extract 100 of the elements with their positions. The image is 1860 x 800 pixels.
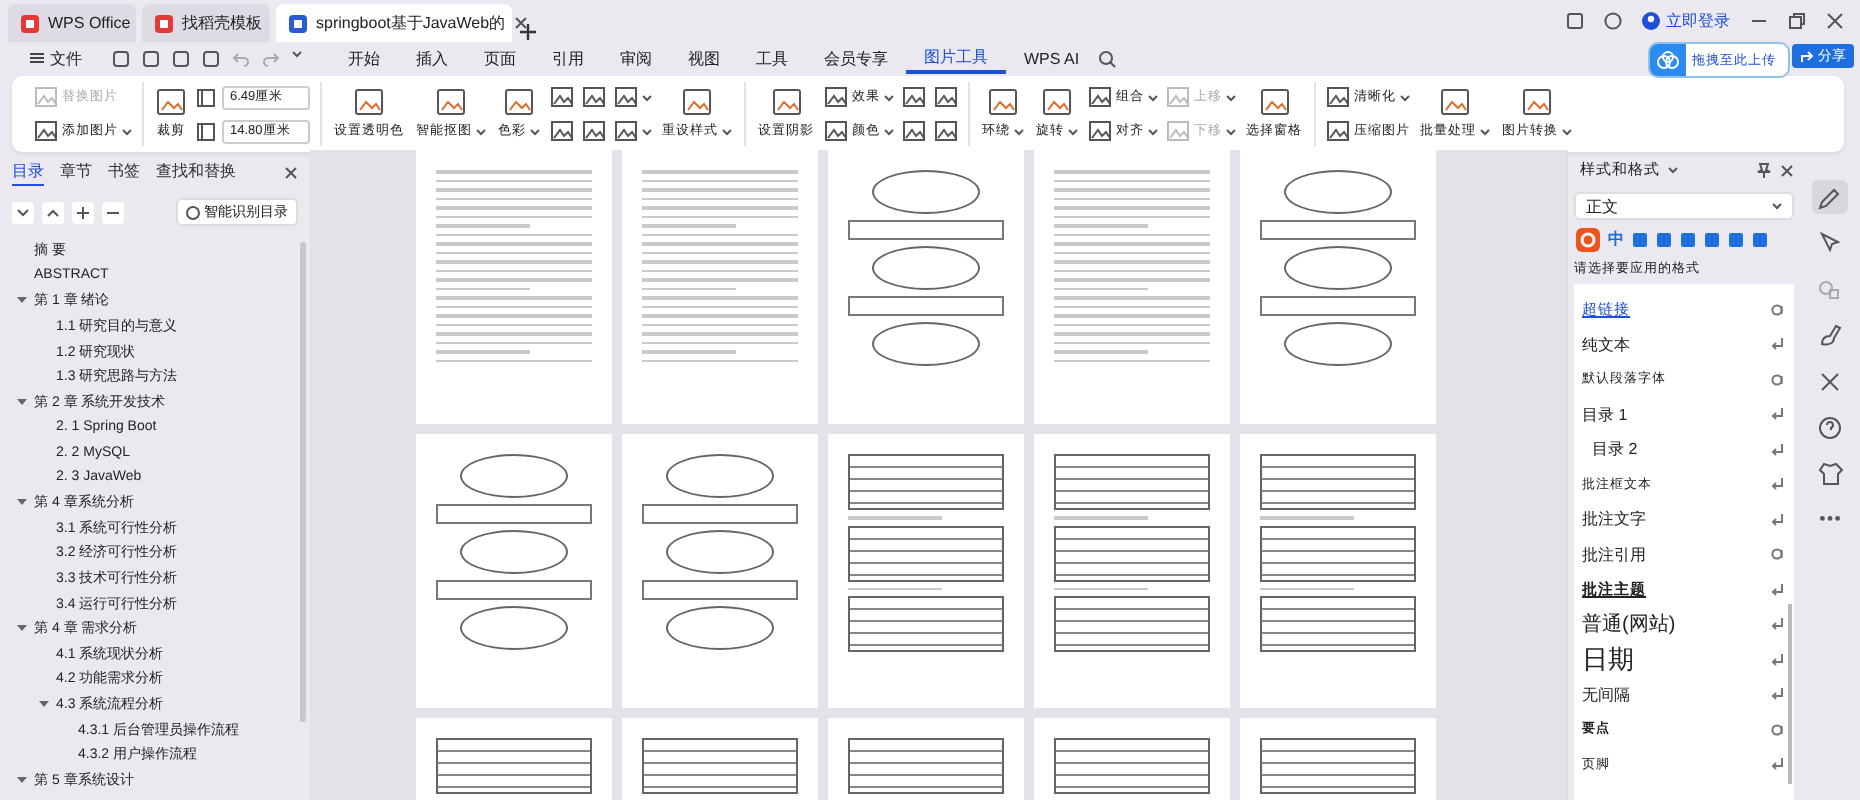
- dimension-icon: [196, 121, 216, 141]
- paragraph-style-icon: [1770, 581, 1784, 598]
- picture-icon: [34, 120, 58, 142]
- avatar-icon: [1642, 12, 1660, 30]
- window-icon[interactable]: [1566, 12, 1584, 30]
- paragraph-style-icon: [1770, 476, 1784, 493]
- cloud-icon: [1656, 50, 1680, 70]
- menu-tab[interactable]: 引用: [534, 43, 602, 73]
- picture-icon: [504, 88, 534, 116]
- menu-tab[interactable]: 工具: [738, 43, 806, 73]
- minus-icon[interactable]: [102, 201, 124, 223]
- page-thumbnail[interactable]: [1034, 150, 1230, 424]
- login-link[interactable]: 立即登录: [1666, 10, 1730, 32]
- caret-icon: [476, 127, 486, 135]
- caret-icon: [1148, 127, 1158, 135]
- wps-logo-icon: [20, 13, 40, 33]
- menu-tab[interactable]: 会员专享: [806, 43, 906, 73]
- toolbar-icon-button[interactable]: [550, 119, 574, 143]
- style-dropdown[interactable]: 正文: [1574, 192, 1794, 220]
- caret-icon: [1226, 93, 1236, 101]
- paragraph-style-icon: [1770, 651, 1784, 668]
- toolbar-icon-button[interactable]: [902, 85, 926, 109]
- collapse-all-icon[interactable]: [12, 201, 34, 223]
- style-item[interactable]: 批注文字: [1582, 502, 1784, 537]
- picture-icon: [614, 120, 638, 142]
- plus-icon[interactable]: [72, 201, 94, 223]
- close-icon[interactable]: [513, 16, 528, 30]
- menu-tab[interactable]: 页面: [466, 43, 534, 73]
- picture-icon: [582, 120, 606, 142]
- add-tab-icon[interactable]: [518, 22, 538, 42]
- style-item[interactable]: 目录 2: [1582, 432, 1784, 467]
- toolbar-icon-button[interactable]: [902, 119, 926, 143]
- toolbar-icon-button[interactable]: [614, 119, 652, 143]
- share-icon: [1800, 49, 1814, 63]
- ime-mode-label[interactable]: 中: [1608, 228, 1624, 250]
- picture-icon: [436, 88, 466, 116]
- toolbar-icon-button[interactable]: [934, 119, 958, 143]
- character-style-icon: [1770, 371, 1784, 388]
- picture-icon: [1088, 120, 1112, 142]
- pen-button[interactable]: [1812, 180, 1848, 214]
- document-tab[interactable]: 找稻壳模板: [142, 4, 270, 42]
- toolbar-icon-button[interactable]: [614, 85, 652, 109]
- style-item[interactable]: 无间隔: [1582, 677, 1784, 712]
- page-thumbnail[interactable]: [1240, 150, 1436, 424]
- picture-icon: [824, 86, 848, 108]
- menu-tab[interactable]: 视图: [670, 43, 738, 73]
- panel-tab[interactable]: 查找和替换: [156, 160, 236, 184]
- style-item[interactable]: 纯文本: [1582, 327, 1784, 362]
- ime-logo-icon[interactable]: [1576, 227, 1600, 251]
- menu-tab[interactable]: 插入: [398, 43, 466, 73]
- toolbar-icon-button[interactable]: [550, 85, 574, 109]
- paragraph-style-icon: [1770, 756, 1784, 773]
- page-thumbnail[interactable]: [828, 150, 1024, 424]
- paragraph-style-icon: [1770, 441, 1784, 458]
- file-menu[interactable]: 文件: [12, 43, 100, 73]
- page-thumbnail[interactable]: [828, 434, 1024, 708]
- restore-icon[interactable]: [1788, 12, 1806, 30]
- menu-tab[interactable]: 审阅: [602, 43, 670, 73]
- style-item[interactable]: 批注引用: [1582, 537, 1784, 572]
- toolbar-icon-button[interactable]: [582, 119, 606, 143]
- page-thumbnail[interactable]: [416, 434, 612, 708]
- template-icon: [154, 13, 174, 33]
- picture-icon: [1166, 86, 1190, 108]
- picture-icon: [1042, 88, 1072, 116]
- menu-tab[interactable]: 开始: [330, 43, 398, 73]
- panel-tab[interactable]: 目录: [12, 159, 44, 185]
- caret-icon: [1068, 127, 1078, 135]
- scrollbar[interactable]: [300, 242, 306, 722]
- panel-tab[interactable]: 章节: [60, 160, 92, 184]
- page-thumbnail[interactable]: [1240, 434, 1436, 708]
- caret-icon: [884, 127, 894, 135]
- picture-icon: [934, 86, 958, 108]
- document-tab[interactable]: WPS Office: [8, 4, 136, 42]
- page-thumbnail[interactable]: [622, 150, 818, 424]
- panel-tab[interactable]: 书签: [108, 160, 140, 184]
- caret-icon[interactable]: [292, 49, 302, 57]
- close-icon[interactable]: [284, 165, 298, 179]
- scrollbar[interactable]: [1788, 604, 1792, 784]
- picture-icon: [550, 120, 574, 142]
- caret-icon: [884, 93, 894, 101]
- menu-tab[interactable]: WPS AI: [1006, 43, 1098, 73]
- dimension-icon: [196, 87, 216, 107]
- page-thumbnail[interactable]: [622, 434, 818, 708]
- character-style-icon: [1770, 721, 1784, 738]
- toolbar-icon-button[interactable]: [582, 85, 606, 109]
- style-item[interactable]: 目录 1: [1582, 397, 1784, 432]
- style-item[interactable]: 日期: [1582, 642, 1784, 677]
- document-icon: [288, 13, 308, 33]
- character-style-icon: [1770, 301, 1784, 318]
- close-icon[interactable]: [1826, 12, 1844, 30]
- page-thumbnail[interactable]: [416, 150, 612, 424]
- page-thumbnail[interactable]: [1034, 434, 1230, 708]
- pin-icon[interactable]: [1756, 162, 1772, 178]
- expand-all-icon[interactable]: [42, 201, 64, 223]
- style-item[interactable]: 普通(网站): [1582, 607, 1784, 642]
- close-icon[interactable]: [1780, 163, 1794, 177]
- caret-icon: [530, 127, 540, 135]
- picture-icon: [1522, 88, 1552, 116]
- help-icon: [1814, 411, 1846, 443]
- toolbar-icon-button[interactable]: [934, 85, 958, 109]
